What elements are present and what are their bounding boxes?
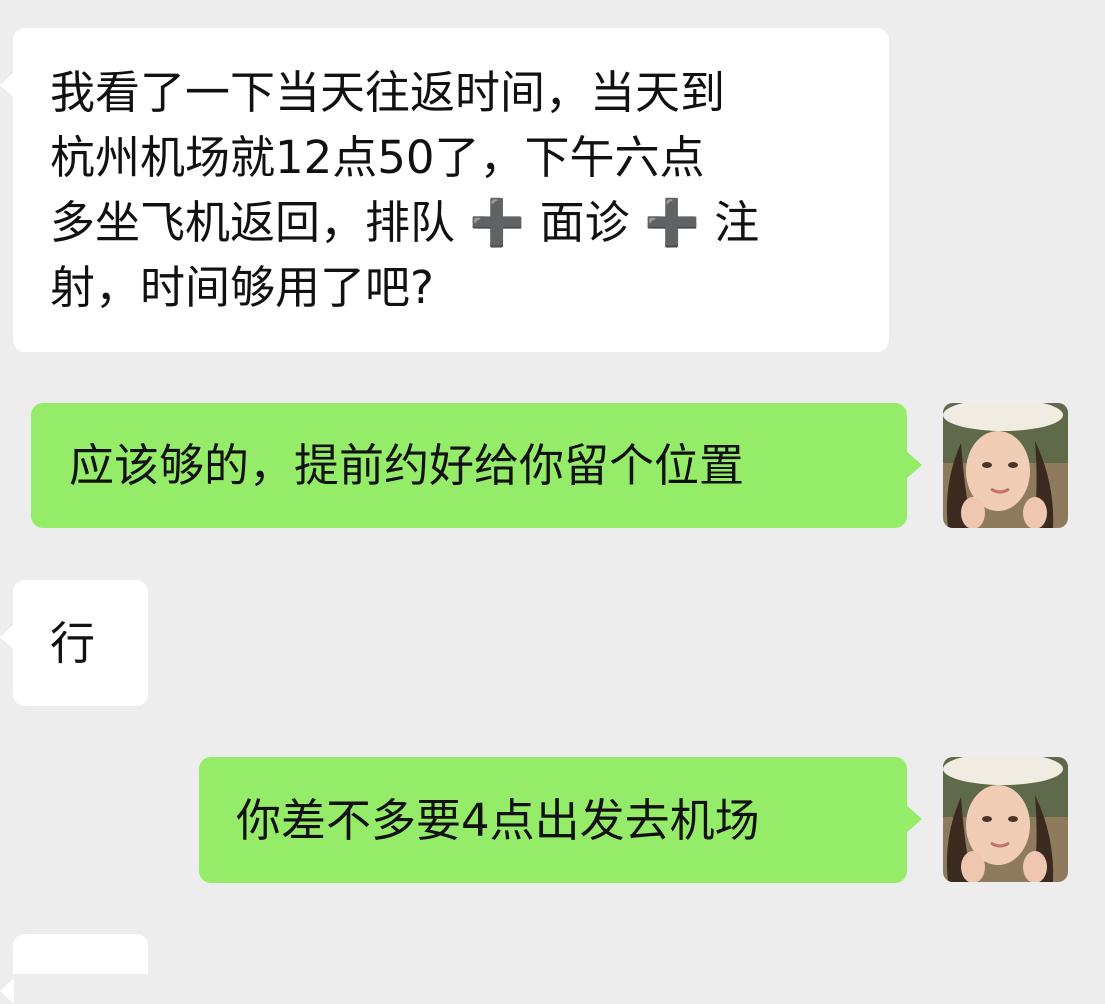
- message-bubble-incoming[interactable]: 行: [0, 580, 148, 706]
- avatar-image: [943, 403, 1068, 528]
- message-text: 你差不多要4点出发去机场: [236, 794, 760, 847]
- message-bubble-incoming[interactable]: [0, 934, 148, 1004]
- avatar-image: [943, 757, 1068, 882]
- message-bubble-incoming[interactable]: 我看了一下当天往返时间，当天到 杭州机场就12点50了，下午六点 多坐飞机返回，…: [0, 28, 889, 352]
- message-bubble-outgoing[interactable]: 你差不多要4点出发去机场: [199, 757, 922, 883]
- message-bubble-outgoing[interactable]: 应该够的，提前约好给你留个位置: [31, 403, 922, 528]
- message-text: 行: [50, 617, 96, 670]
- message-text: 应该够的，提前约好给你留个位置: [69, 439, 745, 492]
- user-avatar[interactable]: [943, 757, 1068, 882]
- message-text: 我看了一下当天往返时间，当天到 杭州机场就12点50了，下午六点 多坐飞机返回，…: [50, 66, 760, 314]
- user-avatar[interactable]: [943, 403, 1068, 528]
